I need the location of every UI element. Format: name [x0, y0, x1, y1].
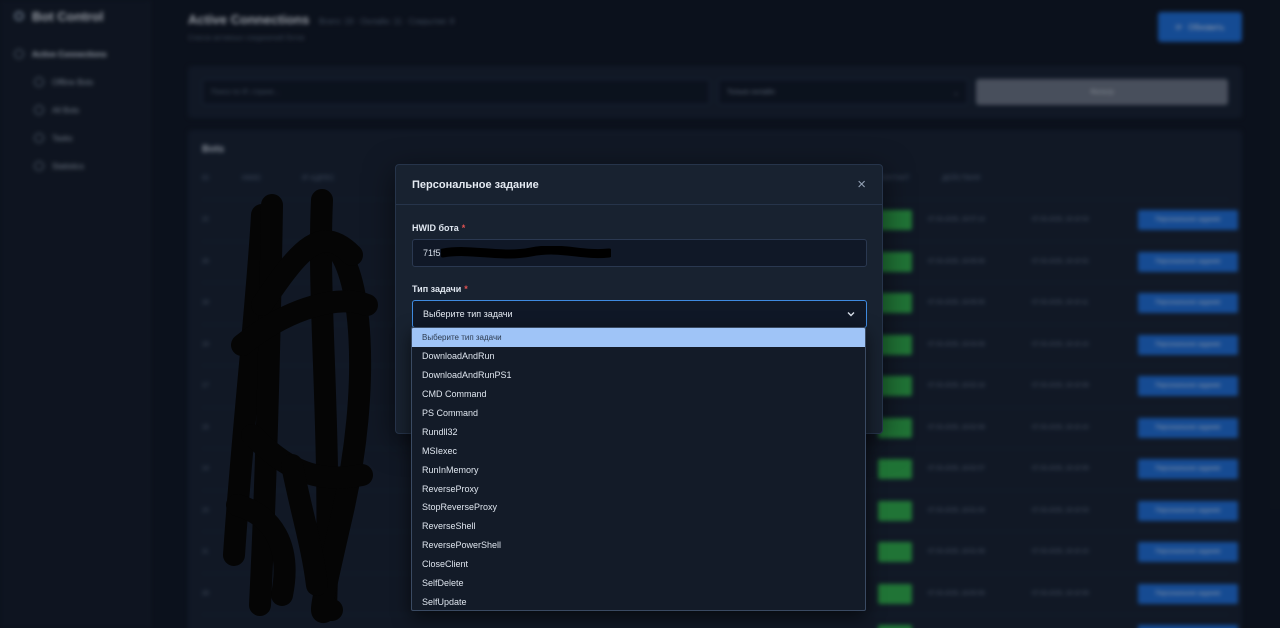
dropdown-option[interactable]: CloseClient: [412, 555, 865, 574]
task-type-dropdown: Выберите тип задачи DownloadAndRun Downloa…: [411, 327, 866, 611]
hwid-value: 71f5: [423, 248, 441, 258]
dropdown-option[interactable]: ReverseProxy: [412, 479, 865, 498]
dropdown-option[interactable]: SelfDelete: [412, 574, 865, 593]
modal-title: Персональное задание: [412, 178, 539, 191]
dropdown-option[interactable]: PS Command: [412, 404, 865, 423]
dropdown-option[interactable]: MSIexec: [412, 441, 865, 460]
redaction-scribble: [223, 189, 378, 624]
dropdown-option[interactable]: Выберите тип задачи: [412, 328, 865, 347]
dropdown-option[interactable]: ReverseShell: [412, 517, 865, 536]
task-type-label: Тип задачи *: [412, 284, 866, 294]
dropdown-option[interactable]: StopReverseProxy: [412, 498, 865, 517]
modal-body: HWID бота * 71f5 Тип задачи * Выберите тип…: [396, 205, 882, 328]
task-type-value: Выберите тип задачи: [423, 309, 513, 319]
dropdown-option[interactable]: DownloadAndRun: [412, 347, 865, 366]
dropdown-option[interactable]: RunInMemory: [412, 460, 865, 479]
hwid-field[interactable]: 71f5: [412, 239, 867, 267]
dropdown-option[interactable]: ReversePowerShell: [412, 536, 865, 555]
modal-header: Персональное задание ×: [396, 165, 882, 205]
required-mark: *: [461, 223, 466, 233]
task-type-label-text: Тип задачи: [412, 284, 462, 294]
redaction-mark: [440, 246, 611, 259]
dropdown-option[interactable]: SelfUpdate: [412, 592, 865, 610]
dropdown-option[interactable]: Rundll32: [412, 422, 865, 441]
dropdown-option[interactable]: DownloadAndRunPS1: [412, 366, 865, 385]
dropdown-option[interactable]: CMD Command: [412, 385, 865, 404]
required-mark: *: [464, 284, 468, 294]
task-type-select[interactable]: Выберите тип задачи: [412, 300, 867, 328]
close-icon[interactable]: ×: [857, 177, 866, 192]
hwid-label: HWID бота *: [412, 223, 866, 233]
hwid-label-text: HWID бота: [412, 223, 459, 233]
chevron-down-icon: [847, 312, 855, 317]
